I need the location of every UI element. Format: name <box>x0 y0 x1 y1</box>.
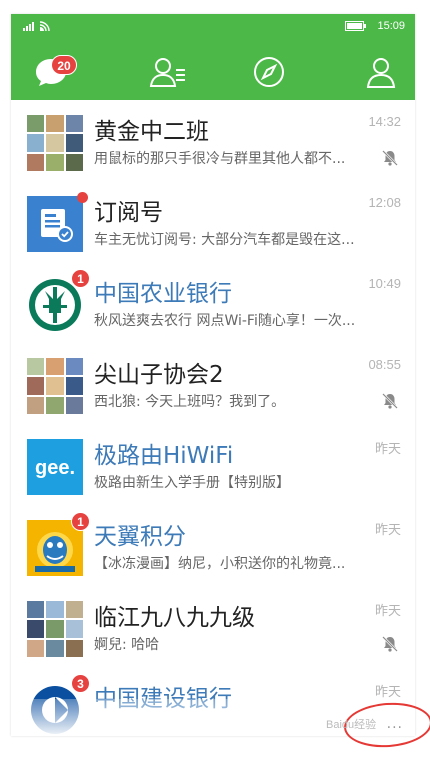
chat-name: 临江九八九九级 <box>94 605 255 631</box>
chat-row-tianyi-points[interactable]: 1 天翼积分 【冰冻漫画】纳尼，小积送你的礼物竟... 昨天 <box>11 505 415 586</box>
chat-preview: 用鼠标的那只手很冷与群里其他人都不... <box>94 151 346 167</box>
chat-name: 黄金中二班 <box>94 119 209 145</box>
tab-me[interactable] <box>351 52 411 96</box>
muted-bell-icon <box>381 635 399 657</box>
unread-count-badge: 3 <box>71 674 90 693</box>
person-icon <box>365 56 397 92</box>
muted-bell-icon <box>381 392 399 414</box>
subscription-avatar <box>27 196 83 252</box>
chat-time: 昨天 <box>374 441 401 456</box>
muted-bell-icon <box>381 149 399 171</box>
unread-count-badge: 1 <box>71 269 90 288</box>
chat-preview: 车主无忧订阅号: 大部分汽车都是毁在这... <box>94 232 355 248</box>
chat-time: 08:55 <box>368 357 401 372</box>
tab-discover[interactable] <box>239 52 299 96</box>
status-bar: 15:09 <box>11 14 415 42</box>
chat-name: 极路由HiWiFi <box>94 443 234 469</box>
chat-name: 尖山子协会2 <box>94 362 224 388</box>
svg-text:gee.: gee. <box>35 457 75 479</box>
chat-name: 中国农业银行 <box>94 281 232 307</box>
chat-time: 12:08 <box>368 195 401 210</box>
chat-row-hiwifi[interactable]: gee. 极路由HiWiFi 极路由新生入学手册【特别版】 昨天 <box>11 424 415 505</box>
chat-name: 订阅号 <box>94 200 163 226</box>
chat-time: 昨天 <box>374 522 401 537</box>
tab-chats[interactable]: 20 <box>21 52 81 96</box>
battery-icon <box>345 21 367 34</box>
chat-row-jianshanzi[interactable]: 尖山子协会2 西北狼: 今天上班吗？我到了。 08:55 <box>11 343 415 424</box>
unread-dot <box>77 192 88 203</box>
main-tabs: 20 <box>11 52 415 96</box>
phone-screen: 15:09 20 黄金中二班 用鼠标的那只手很冷与群里其他人都不... 14:3… <box>11 14 415 736</box>
chat-preview: 婀兒: 哈哈 <box>94 637 160 653</box>
group-avatar <box>27 358 83 414</box>
chat-time: 10:49 <box>368 276 401 291</box>
chat-preview: 极路由新生入学手册【特别版】 <box>94 475 290 491</box>
chat-row-subscriptions[interactable]: 订阅号 车主无忧订阅号: 大部分汽车都是毁在这... 12:08 <box>11 181 415 262</box>
top-app-bar: 15:09 20 <box>11 14 415 100</box>
chat-row-linjiang[interactable]: 临江九八九九级 婀兒: 哈哈 昨天 <box>11 586 415 667</box>
hiwifi-logo: gee. <box>27 439 83 495</box>
chat-name: 天翼积分 <box>94 524 186 550</box>
group-avatar <box>27 115 83 171</box>
compass-icon <box>253 56 285 92</box>
chat-time: 14:32 <box>368 114 401 129</box>
contacts-icon <box>149 56 187 92</box>
tab-contacts[interactable] <box>138 52 198 96</box>
signal-wifi-icon <box>23 19 57 36</box>
chat-preview: 【冰冻漫画】纳尼，小积送你的礼物竟... <box>94 556 346 572</box>
chat-time: 昨天 <box>374 603 401 618</box>
chat-preview: 西北狼: 今天上班吗？我到了。 <box>94 394 286 410</box>
unread-badge: 20 <box>51 55 77 75</box>
chat-row-group-gold[interactable]: 黄金中二班 用鼠标的那只手很冷与群里其他人都不... 14:32 <box>11 100 415 181</box>
group-avatar <box>27 601 83 657</box>
chat-time: 昨天 <box>374 684 401 699</box>
unread-count-badge: 1 <box>71 512 90 531</box>
status-time: 15:09 <box>377 20 405 32</box>
chat-preview: 秋风送爽去农行 网点Wi-Fi随心享！一次... <box>94 313 356 329</box>
chat-row-abc-bank[interactable]: 1 中国农业银行 秋风送爽去农行 网点Wi-Fi随心享！一次... 10:49 <box>11 262 415 343</box>
watermark: Baidu经验 <box>326 719 377 731</box>
